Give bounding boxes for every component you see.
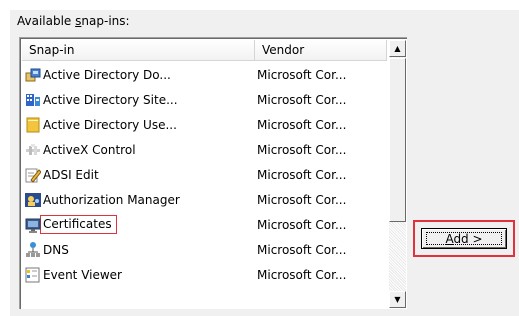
authorization-manager-icon [25, 192, 41, 208]
snapin-name: Authorization Manager [43, 192, 180, 207]
snapin-vendor: Microsoft Cor... [257, 267, 347, 282]
snapin-name: ADSI Edit [43, 167, 99, 182]
list-header: Snap-in Vendor [22, 40, 387, 61]
snapin-name: Event Viewer [43, 267, 122, 282]
arrow-up-icon: ▲ [394, 44, 401, 53]
available-snapins-list[interactable]: Snap-in Vendor Active Directory Do... Mi… [19, 37, 407, 309]
scroll-down-button[interactable]: ▼ [389, 291, 406, 308]
snapin-row-authorization-manager[interactable]: Authorization Manager Microsoft Cor... [22, 187, 387, 212]
dns-icon [25, 241, 41, 258]
scroll-up-button[interactable]: ▲ [389, 40, 406, 57]
vertical-scrollbar[interactable]: ▲ ▼ [389, 40, 406, 308]
snapin-row-ad-domains[interactable]: Active Directory Do... Microsoft Cor... [22, 62, 387, 87]
ad-domains-icon [25, 67, 41, 83]
snapin-row-certificates[interactable]: Certificates Microsoft Cor... [22, 212, 387, 237]
arrow-down-icon: ▼ [394, 295, 401, 304]
snapin-name: Certificates [43, 217, 112, 231]
snapin-row-adsi-edit[interactable]: ADSI Edit Microsoft Cor... [22, 162, 387, 187]
snapin-name: Active Directory Do... [43, 67, 171, 82]
snapin-vendor: Microsoft Cor... [257, 117, 347, 132]
certificates-highlight: Certificates [40, 215, 117, 234]
snapin-vendor: Microsoft Cor... [257, 242, 347, 257]
snapin-name: ActiveX Control [43, 142, 136, 157]
snapin-vendor: Microsoft Cor... [257, 92, 347, 107]
snapin-vendor: Microsoft Cor... [257, 167, 347, 182]
snapin-row-ad-users[interactable]: Active Directory Use... Microsoft Cor... [22, 112, 387, 137]
add-button[interactable]: Add > [421, 228, 507, 249]
available-snapins-label: Available snap-ins: [17, 14, 130, 28]
snapin-name: Active Directory Use... [43, 117, 177, 132]
snapin-row-ad-sites[interactable]: Active Directory Site... Microsoft Cor..… [22, 87, 387, 112]
column-header-snapin[interactable]: Snap-in [22, 40, 255, 61]
activex-icon [25, 142, 41, 158]
ad-sites-icon [25, 92, 41, 108]
focus-rectangle [426, 232, 502, 245]
snapin-vendor: Microsoft Cor... [257, 142, 347, 157]
snapin-name: DNS [43, 242, 69, 257]
certificates-icon [25, 217, 41, 233]
snapin-row-activex[interactable]: ActiveX Control Microsoft Cor... [22, 137, 387, 162]
scroll-thumb[interactable] [389, 58, 406, 222]
snapin-vendor: Microsoft Cor... [257, 192, 347, 207]
snapin-name: Active Directory Site... [43, 92, 178, 107]
snapin-row-event-viewer[interactable]: Event Viewer Microsoft Cor... [22, 262, 387, 287]
snapin-row-dns[interactable]: DNS Microsoft Cor... [22, 237, 387, 262]
column-header-vendor[interactable]: Vendor [255, 40, 387, 61]
snapin-vendor: Microsoft Cor... [257, 67, 347, 82]
adsi-edit-icon [25, 167, 42, 183]
event-viewer-icon [25, 267, 41, 283]
add-button-highlight: Add > [413, 220, 515, 257]
ad-users-icon [25, 117, 41, 133]
snapin-vendor: Microsoft Cor... [257, 217, 347, 232]
